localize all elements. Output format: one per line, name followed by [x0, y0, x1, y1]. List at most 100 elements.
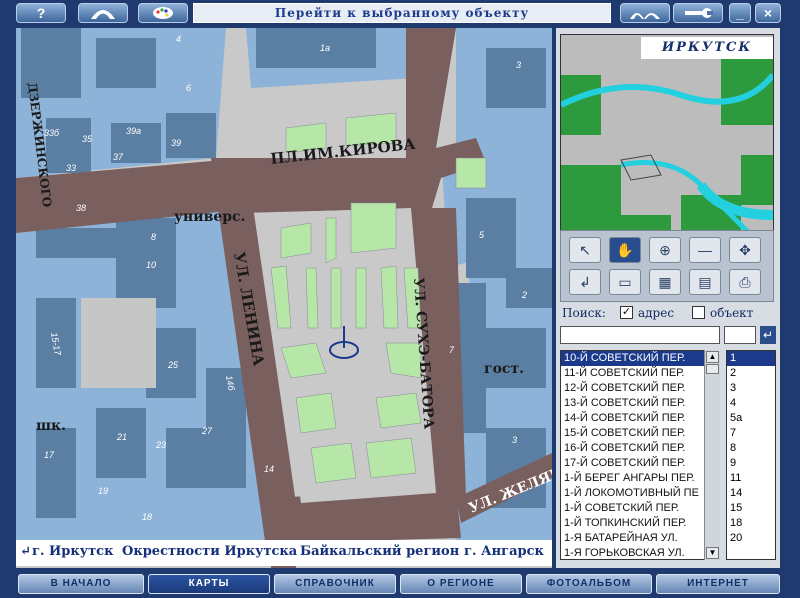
nav-reference[interactable]: СПРАВОЧНИК [274, 574, 396, 594]
back-link-icon[interactable]: ↵ [20, 544, 31, 559]
svg-text:25: 25 [167, 360, 179, 370]
list-item[interactable]: 4 [727, 396, 775, 411]
scroll-thumb[interactable] [706, 364, 719, 374]
svg-text:3: 3 [516, 60, 521, 70]
home-arch-button[interactable] [78, 3, 128, 23]
line-icon: — [698, 242, 712, 258]
enter-button[interactable]: ↵ [760, 326, 776, 344]
street-list-scrollbar[interactable]: ▲ ▼ [704, 350, 720, 560]
palette-icon [153, 7, 173, 19]
list-item[interactable]: 5а [727, 411, 775, 426]
list-item[interactable]: 1-Я ГОРЬКОВСКАЯ УЛ. [561, 546, 719, 559]
object-checkbox[interactable] [692, 306, 705, 319]
side-panel: ИРКУТСК ↖ ✋ ⊕ — ✥ ↲ ▭ ▦ ▤ ⎙ Поиск: ✓ адр… [556, 28, 780, 568]
building-icon: ▦ [658, 274, 672, 290]
scroll-up-icon[interactable]: ▲ [706, 351, 719, 363]
ruler-icon: ▭ [618, 274, 632, 290]
hand-icon: ✋ [616, 242, 634, 258]
svg-text:10: 10 [146, 260, 156, 270]
object-label: объект [710, 306, 754, 320]
link-surroundings[interactable]: Окрестности Иркутска [122, 544, 297, 559]
svg-text:38: 38 [76, 203, 86, 213]
tool-notes[interactable]: ▤ [689, 269, 721, 295]
nav-home[interactable]: В НАЧАЛО [18, 574, 144, 594]
house-number-input[interactable] [724, 326, 756, 344]
list-item[interactable]: 16-Й СОВЕТСКИЙ ПЕР. [561, 441, 719, 456]
scroll-down-icon[interactable]: ▼ [706, 547, 719, 559]
window-title: Перейти к выбранному объекту [193, 3, 611, 23]
link-angarsk[interactable]: г. Ангарск [464, 544, 544, 559]
svg-text:33б: 33б [44, 128, 60, 138]
house-number-list[interactable]: 1 2 3 4 5а 7 8 9 11 14 15 18 20 [726, 350, 776, 560]
list-item[interactable]: 11 [727, 471, 775, 486]
street-search-input[interactable] [560, 326, 720, 344]
palette-button[interactable] [138, 3, 188, 23]
list-item[interactable]: 17-Й СОВЕТСКИЙ ПЕР. [561, 456, 719, 471]
svg-text:14: 14 [264, 464, 274, 474]
svg-text:39: 39 [171, 138, 181, 148]
list-item[interactable]: 1-Й ТОПКИНСКИЙ ПЕР. [561, 516, 719, 531]
list-item[interactable]: 10-Й СОВЕТСКИЙ ПЕР. [561, 351, 719, 366]
tool-ruler[interactable]: ▭ [609, 269, 641, 295]
bridge-icon [630, 13, 660, 19]
tool-pan[interactable]: ✋ [609, 237, 641, 263]
list-item[interactable]: 15-Й СОВЕТСКИЙ ПЕР. [561, 426, 719, 441]
help-button[interactable]: ? [16, 3, 66, 23]
address-checkbox[interactable]: ✓ [620, 306, 633, 319]
link-city[interactable]: г. Иркутск [32, 544, 113, 559]
list-item[interactable]: 14 [727, 486, 775, 501]
label-gost: гост. [484, 361, 524, 377]
link-baikal[interactable]: Байкальский регион [300, 544, 459, 559]
tool-buildings[interactable]: ▦ [649, 269, 681, 295]
list-item[interactable]: 1-Й БЕРЕГ АНГАРЫ ПЕР. [561, 471, 719, 486]
tool-measure-line[interactable]: — [689, 237, 721, 263]
svg-text:1а: 1а [320, 43, 330, 53]
list-item[interactable]: 3 [727, 381, 775, 396]
magnifier-icon: ⊕ [659, 242, 671, 258]
list-item[interactable]: 14-Й СОВЕТСКИЙ ПЕР. [561, 411, 719, 426]
street-list[interactable]: 10-Й СОВЕТСКИЙ ПЕР. 11-Й СОВЕТСКИЙ ПЕР. 12… [560, 350, 720, 560]
list-item[interactable]: 9 [727, 456, 775, 471]
svg-text:8: 8 [151, 232, 156, 242]
nav-region[interactable]: О РЕГИОНЕ [400, 574, 522, 594]
tool-print[interactable]: ⎙ [729, 269, 761, 295]
minimize-label: _ [736, 5, 744, 21]
tool-move[interactable]: ✥ [729, 237, 761, 263]
list-item[interactable]: 2 [727, 366, 775, 381]
list-item[interactable]: 8 [727, 441, 775, 456]
list-item[interactable]: 12-Й СОВЕТСКИЙ ПЕР. [561, 381, 719, 396]
overview-minimap[interactable]: ИРКУТСК [560, 34, 774, 256]
tool-zoom[interactable]: ⊕ [649, 237, 681, 263]
arch-icon [91, 10, 115, 19]
list-item[interactable]: 1-Й СОВЕТСКИЙ ПЕР. [561, 501, 719, 516]
list-item[interactable]: 11-Й СОВЕТСКИЙ ПЕР. [561, 366, 719, 381]
tool-pointer[interactable]: ↖ [569, 237, 601, 263]
map-toolbar: ↖ ✋ ⊕ — ✥ ↲ ▭ ▦ ▤ ⎙ [560, 230, 774, 302]
list-item[interactable]: 13-Й СОВЕТСКИЙ ПЕР. [561, 396, 719, 411]
minimize-button[interactable]: _ [729, 3, 751, 23]
list-item[interactable]: 18 [727, 516, 775, 531]
nav-maps[interactable]: КАРТЫ [148, 574, 270, 594]
bridge-button[interactable] [620, 3, 670, 23]
tool-route[interactable]: ↲ [569, 269, 601, 295]
svg-text:3: 3 [512, 435, 517, 445]
svg-text:33: 33 [66, 163, 76, 173]
svg-text:4: 4 [176, 34, 181, 44]
map-canvas[interactable]: ПЛ.ИМ.КИРОВА УЛ. ЛЕНИНА УЛ. СУХЭ-БАТОРА … [16, 28, 552, 568]
pointer-icon: ↖ [579, 242, 591, 258]
nav-photo[interactable]: ФОТОАЛЬБОМ [526, 574, 652, 594]
svg-text:27: 27 [201, 426, 213, 436]
list-item[interactable]: 1-Я БАТАРЕЙНАЯ УЛ. [561, 531, 719, 546]
list-item[interactable]: 1-Й ЛОКОМОТИВНЫЙ ПЕ [561, 486, 719, 501]
list-item[interactable]: 15 [727, 501, 775, 516]
city-map[interactable]: ПЛ.ИМ.КИРОВА УЛ. ЛЕНИНА УЛ. СУХЭ-БАТОРА … [16, 28, 552, 568]
list-item[interactable]: 7 [727, 426, 775, 441]
minimap-canvas[interactable] [561, 35, 773, 255]
nav-internet[interactable]: ИНТЕРНЕТ [656, 574, 780, 594]
settings-wrench-button[interactable] [673, 3, 723, 23]
clipboard-icon: ▤ [698, 274, 712, 290]
close-button[interactable]: × [755, 3, 781, 23]
list-item[interactable]: 1 [727, 351, 775, 366]
list-item[interactable]: 20 [727, 531, 775, 546]
printer-icon: ⎙ [739, 274, 751, 290]
